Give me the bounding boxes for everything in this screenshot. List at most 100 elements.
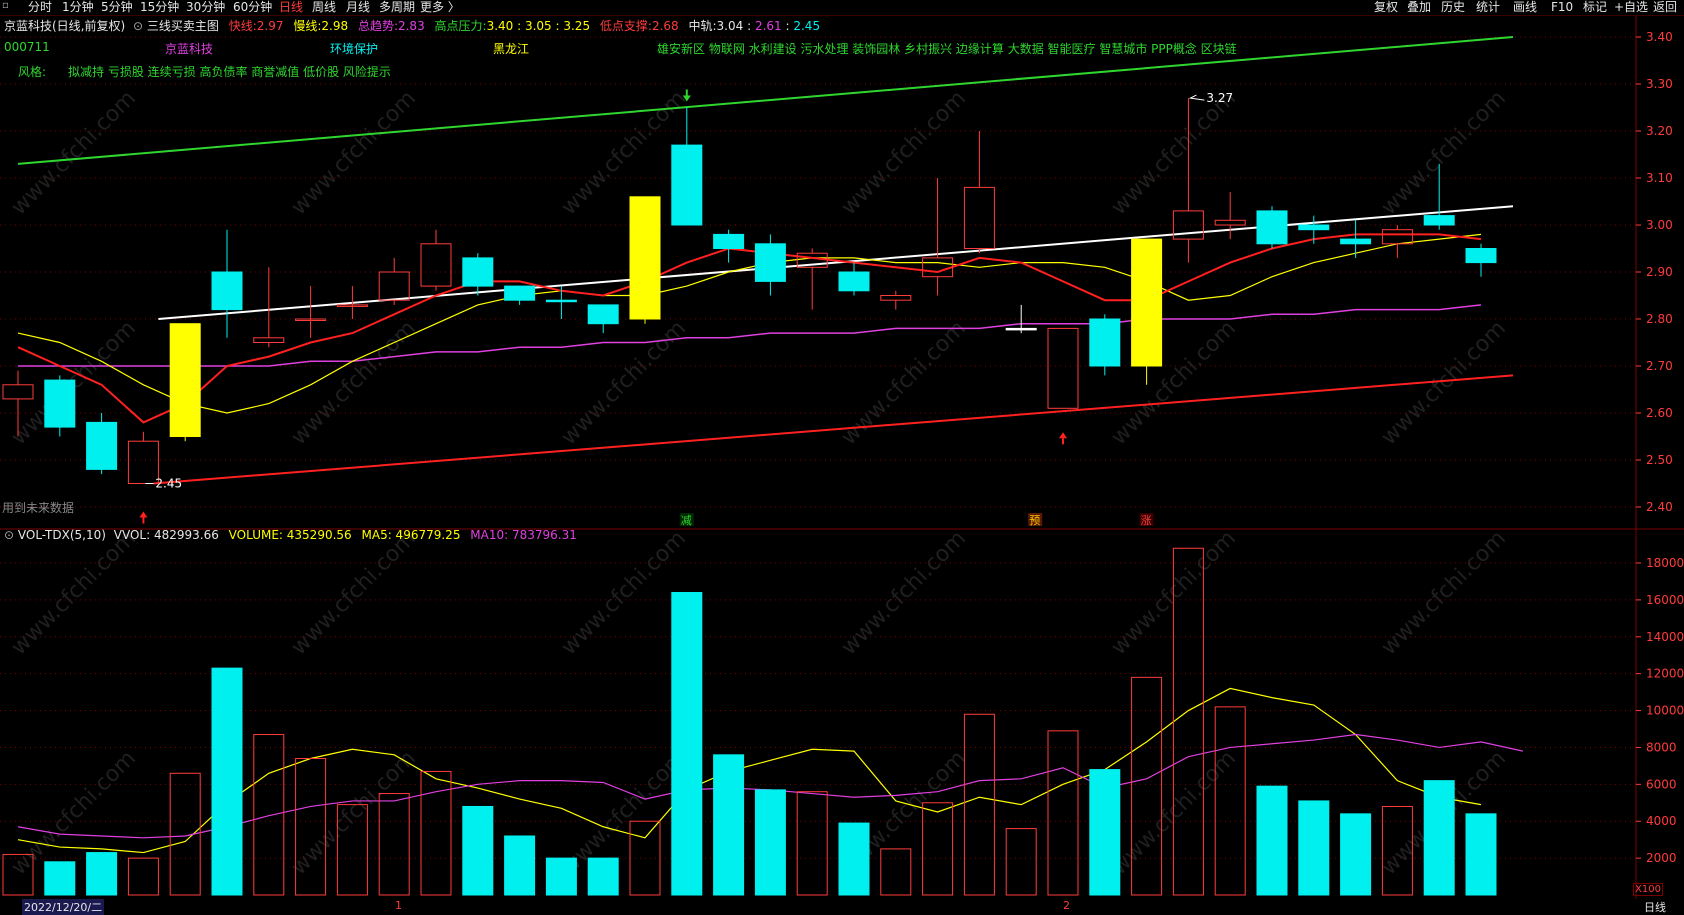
toolbar-right-0[interactable]: 复权 bbox=[1374, 0, 1398, 15]
candle-body bbox=[1465, 248, 1497, 264]
period-tab-4[interactable]: 30分钟 bbox=[186, 0, 225, 15]
period-tab-7[interactable]: 周线 bbox=[312, 0, 336, 15]
volume-tick-label: 16000 bbox=[1646, 593, 1684, 607]
volume-tick-label: 4000 bbox=[1646, 814, 1677, 828]
candle bbox=[1256, 206, 1288, 249]
industry: 环境保护 bbox=[330, 42, 379, 56]
price-tick-label: 2.70 bbox=[1646, 359, 1673, 373]
price-tick-label: 3.20 bbox=[1646, 124, 1673, 138]
top-toolbar: ▫ 分时 1分钟 5分钟 15分钟 30分钟 60分钟 日线 周线 月线 多周期 更多 〉 复权 叠加… bbox=[0, 0, 1684, 16]
volume-tick-label: 12000 bbox=[1646, 667, 1684, 681]
vvol-value: VVOL: 482993.66 bbox=[113, 528, 219, 542]
chart-area[interactable]: 3.40 3.30 3.20 3.10 3.00 2.90 2.80 2.70 2.60 2.50… bbox=[0, 16, 1684, 899]
chart-header: 京蓝科技(日线,前复权) ⊙ 三线买卖主图 快线:2.97 慢线:2.98 总趋… bbox=[4, 19, 821, 33]
toolbar-right-5[interactable]: F10 bbox=[1551, 0, 1573, 15]
high-price-label: 3.27 bbox=[1206, 91, 1233, 105]
candle bbox=[169, 323, 201, 442]
candle-body bbox=[1131, 238, 1163, 367]
candle-body bbox=[545, 299, 577, 303]
volume-tick-label: 14000 bbox=[1646, 630, 1684, 644]
period-label: 日线 bbox=[1644, 901, 1666, 914]
toolbar-right-6[interactable]: 标记 bbox=[1583, 0, 1607, 15]
signal-rise: 涨 bbox=[1141, 514, 1152, 527]
period-tab-5[interactable]: 60分钟 bbox=[233, 0, 272, 15]
period-tab-6[interactable]: 日线 bbox=[279, 0, 303, 15]
future-data-note: 用到未来数据 bbox=[2, 501, 75, 515]
toolbar-right-2[interactable]: 历史 bbox=[1441, 0, 1465, 15]
price-tick-label: 2.80 bbox=[1646, 312, 1673, 326]
period-tab-0[interactable]: 分时 bbox=[28, 0, 52, 15]
fast-label: 快线: bbox=[228, 19, 257, 33]
candle-body bbox=[587, 304, 619, 325]
volume-bar bbox=[754, 789, 786, 896]
volume-bar bbox=[86, 852, 118, 896]
period-tab-1[interactable]: 1分钟 bbox=[62, 0, 94, 15]
candle-body bbox=[1089, 318, 1121, 367]
region: 黑龙江 bbox=[493, 42, 530, 56]
volume-tick-label: 10000 bbox=[1646, 704, 1684, 718]
candle-body bbox=[629, 196, 661, 320]
stock-code: 000711 bbox=[4, 40, 50, 54]
candle-body bbox=[211, 271, 243, 311]
volume-indicator-name[interactable]: VOL-TDX(5,10) bbox=[18, 528, 106, 542]
volume-bar bbox=[1298, 800, 1330, 896]
price-tick-label: 3.30 bbox=[1646, 77, 1673, 91]
volume-bar bbox=[1423, 780, 1455, 896]
slow-label: 慢线: bbox=[293, 19, 322, 33]
period-tab-8[interactable]: 月线 bbox=[346, 0, 370, 15]
toolbar-right-4[interactable]: 画线 bbox=[1513, 0, 1537, 15]
menu-icon[interactable]: ▫ bbox=[2, 1, 12, 11]
collapse-icon[interactable]: ⊙ bbox=[4, 528, 14, 542]
toolbar-right-3[interactable]: 统计 bbox=[1476, 0, 1500, 15]
candle-body bbox=[44, 379, 76, 428]
mid-value-3: 2.45 bbox=[793, 19, 821, 33]
mid-value-1: 3.04 bbox=[716, 19, 744, 33]
volume-bar bbox=[671, 592, 703, 896]
price-tick-label: 3.40 bbox=[1646, 30, 1673, 44]
high-pressure-values: 3.40 : 3.05 : 3.25 bbox=[486, 19, 591, 33]
ma5-value: MA5: 496779.25 bbox=[361, 528, 461, 542]
toolbar-right-7[interactable]: +自选 bbox=[1614, 0, 1648, 15]
candle-body bbox=[86, 421, 118, 470]
signal-reduce: 减 bbox=[681, 514, 692, 527]
month-mark-1: 1 bbox=[395, 899, 402, 912]
period-tab-2[interactable]: 5分钟 bbox=[101, 0, 133, 15]
style-list: 拟减持 亏损股 连续亏损 高负债率 商誉减值 低价股 风险提示 bbox=[68, 65, 391, 79]
volume-bar bbox=[44, 861, 76, 896]
period-tab-3[interactable]: 15分钟 bbox=[140, 0, 179, 15]
candle-body bbox=[1340, 238, 1372, 245]
volume-bar bbox=[713, 754, 745, 896]
volume-tick-label: 8000 bbox=[1646, 740, 1677, 754]
dropdown-icon[interactable]: ⊙ bbox=[133, 19, 143, 33]
price-tick-label: 2.60 bbox=[1646, 406, 1673, 420]
period-tab-10[interactable]: 更多 〉 bbox=[420, 0, 460, 15]
candle-body bbox=[169, 323, 201, 438]
candle-body bbox=[1005, 327, 1037, 331]
volume-tick-label: 18000 bbox=[1646, 556, 1684, 570]
volume-bar bbox=[545, 857, 577, 896]
candle bbox=[1131, 238, 1163, 385]
low-support-label: 低点支撑: bbox=[599, 19, 652, 33]
trend-label: 总趋势: bbox=[357, 19, 398, 33]
toolbar-right-8[interactable]: 返回 bbox=[1653, 0, 1677, 15]
volume-tick-label: 6000 bbox=[1646, 777, 1677, 791]
style-label: 风格: bbox=[18, 65, 47, 79]
volume-bar bbox=[1465, 813, 1497, 896]
volume-bar bbox=[211, 667, 243, 896]
volume-tick-label: 2000 bbox=[1646, 851, 1677, 865]
candle-body bbox=[671, 144, 703, 226]
mid-value-2: 2.61 bbox=[754, 19, 782, 33]
toolbar-right-1[interactable]: 叠加 bbox=[1407, 0, 1431, 15]
period-tab-9[interactable]: 多周期 bbox=[379, 0, 415, 15]
price-tick-label: 3.10 bbox=[1646, 171, 1673, 185]
candle-body bbox=[754, 243, 786, 282]
volume-bar bbox=[504, 835, 536, 896]
volume-value: VOLUME: 435290.56 bbox=[228, 528, 352, 542]
candle-body bbox=[1298, 224, 1330, 231]
volume-bar bbox=[462, 805, 494, 896]
price-tick-label: 2.40 bbox=[1646, 500, 1673, 514]
indicator-name[interactable]: 三线买卖主图 bbox=[147, 19, 219, 33]
slow-value: 2.98 bbox=[321, 19, 349, 33]
mid-label: 中轨: bbox=[688, 19, 717, 33]
month-mark-2: 2 bbox=[1063, 899, 1070, 912]
